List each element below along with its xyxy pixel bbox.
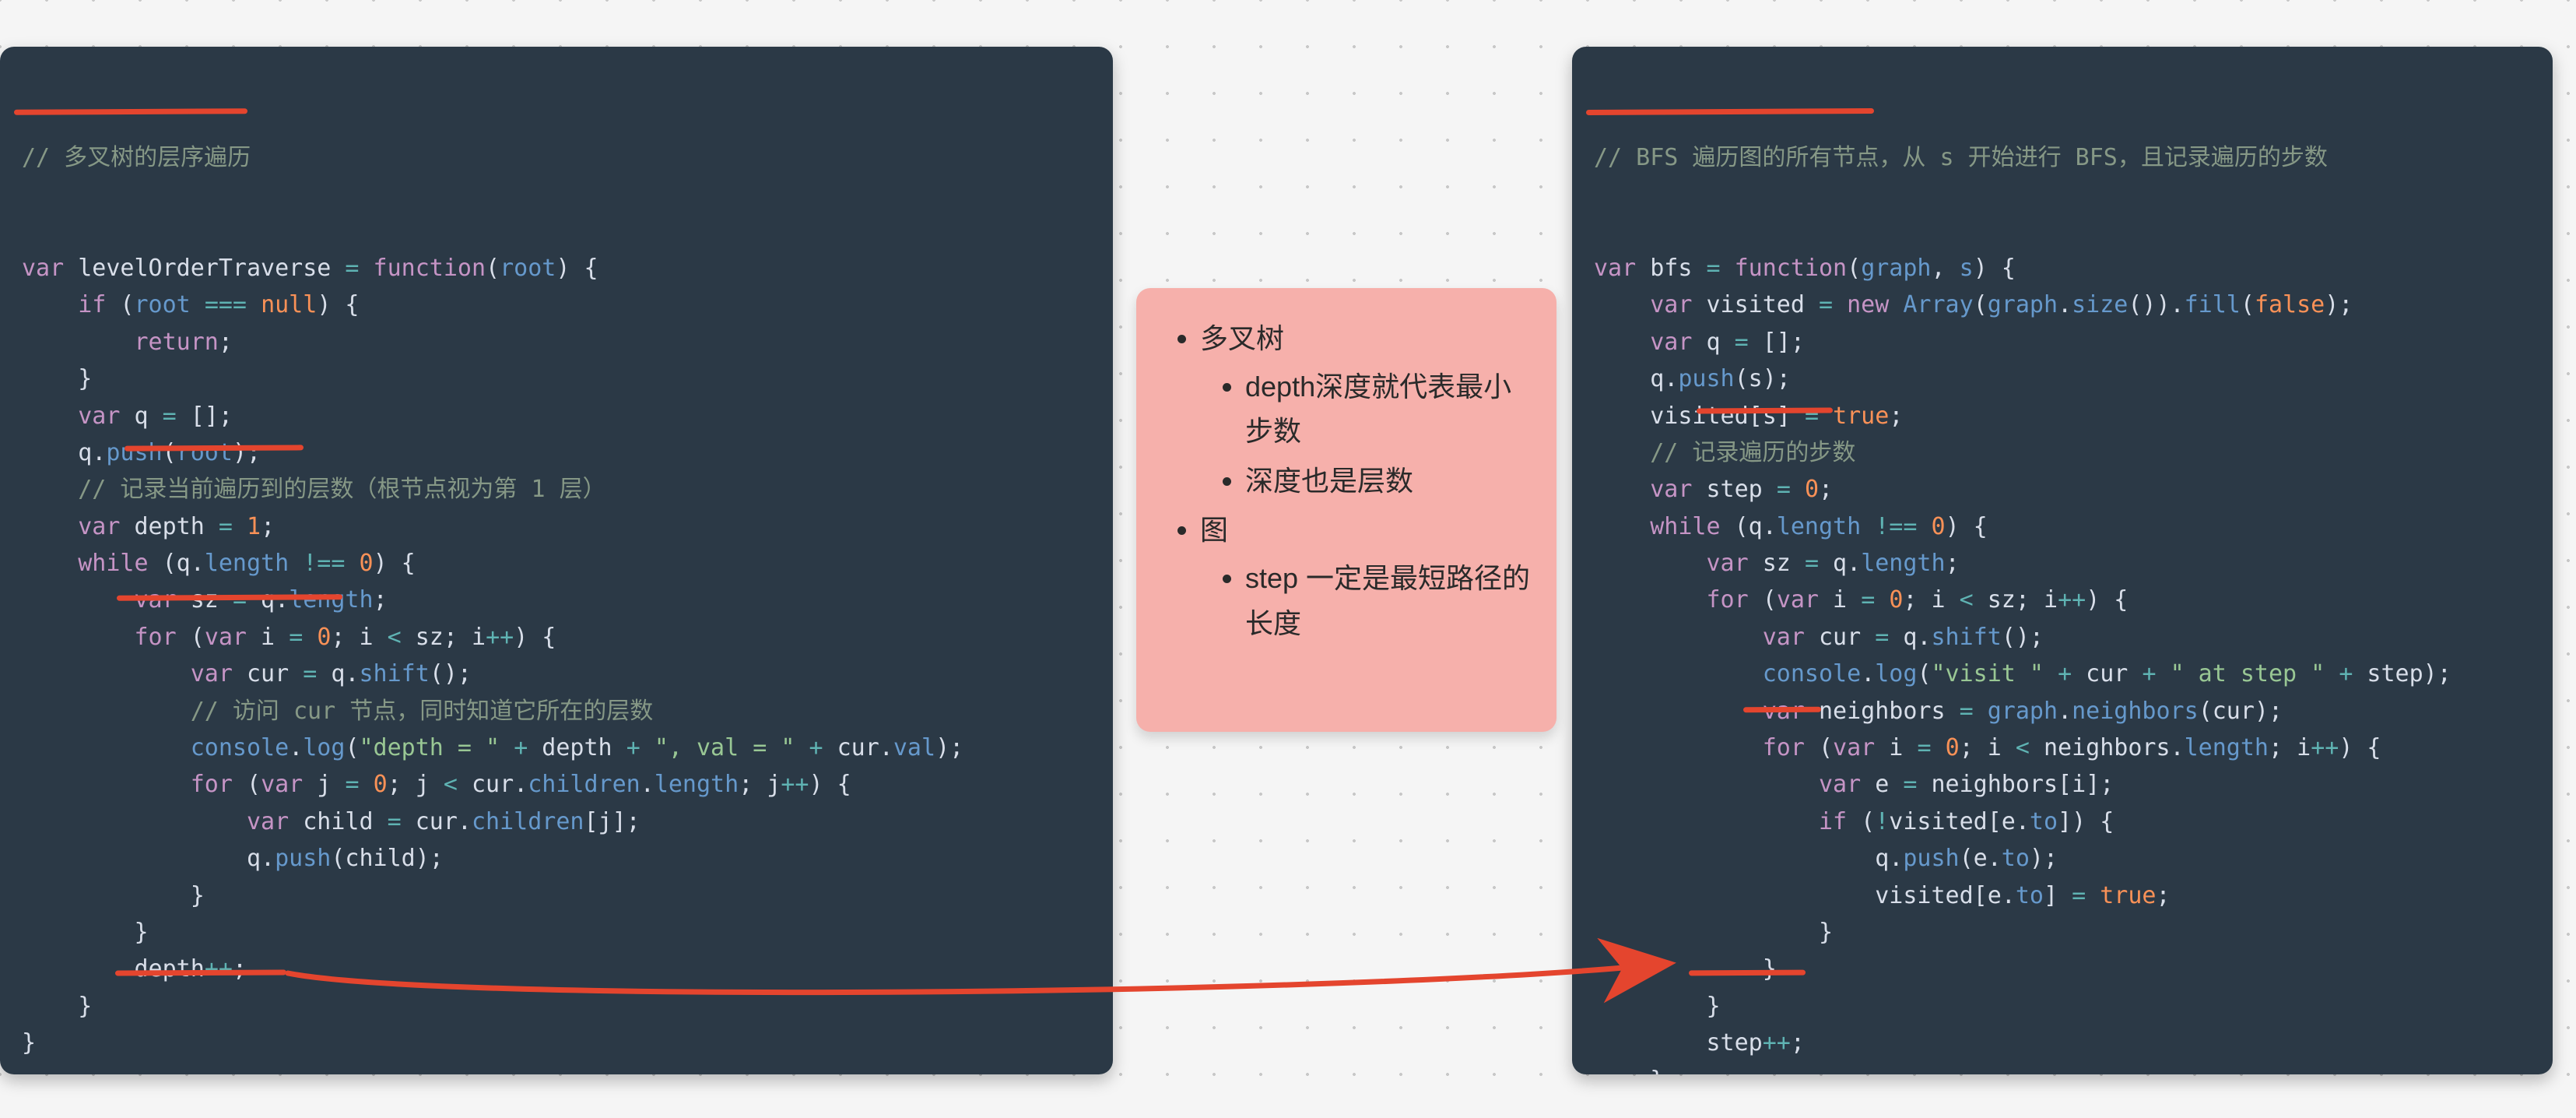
code-line: } [1594, 1062, 2531, 1074]
code-line: return; [22, 324, 1091, 360]
code-line: } [1594, 914, 2531, 951]
code-line: while (q.length !== 0) { [1594, 508, 2531, 545]
note-subitem: step 一定是最短路径的长度 [1245, 556, 1538, 645]
note-item: 多叉树depth深度就代表最小步数深度也是层数 [1200, 316, 1538, 503]
sticky-note: 多叉树depth深度就代表最小步数深度也是层数图step 一定是最短路径的长度 [1136, 288, 1556, 732]
code-line: for (var i = 0; i < neighbors.length; i+… [1594, 730, 2531, 766]
note-list: 多叉树depth深度就代表最小步数深度也是层数图step 一定是最短路径的长度 [1155, 316, 1538, 645]
code-line: var neighbors = graph.neighbors(cur); [1594, 693, 2531, 730]
code-comment-title: // BFS 遍历图的所有节点，从 s 开始进行 BFS，且记录遍历的步数 [1594, 139, 2531, 176]
note-item: 图step 一定是最短路径的长度 [1200, 508, 1538, 645]
code-line: visited[e.to] = true; [1594, 877, 2531, 914]
code-line: } [22, 1025, 1091, 1061]
code-line: } [22, 877, 1091, 914]
code-line: if (root === null) { [22, 287, 1091, 323]
code-comment-title: // 多叉树的层序遍历 [22, 139, 1091, 176]
code-card-left: // 多叉树的层序遍历 var levelOrderTraverse = fun… [0, 47, 1113, 1074]
code-line: if (!visited[e.to]) { [1594, 803, 2531, 840]
code-line: step++; [1594, 1025, 2531, 1061]
code-line: var cur = q.shift(); [1594, 619, 2531, 656]
code-line: } [1594, 988, 2531, 1025]
code-card-right: // BFS 遍历图的所有节点，从 s 开始进行 BFS，且记录遍历的步数 va… [1572, 47, 2553, 1074]
code-line: depth++; [22, 951, 1091, 987]
code-line: q.push(e.to); [1594, 840, 2531, 877]
code-line: } [22, 988, 1091, 1025]
code-line: for (var i = 0; i < sz; i++) { [1594, 582, 2531, 618]
code-line: var step = 0; [1594, 471, 2531, 508]
code-line: q.push(root); [22, 434, 1091, 471]
code-line: console.log("depth = " + depth + ", val … [22, 730, 1091, 766]
annotation-underline [1743, 707, 1821, 713]
code-line: var q = []; [22, 398, 1091, 434]
code-line: q.push(s); [1594, 360, 2531, 397]
code-line: var depth = 1; [22, 508, 1091, 545]
code-line: for (var j = 0; j < cur.children.length;… [22, 766, 1091, 803]
code-line: var visited = new Array(graph.size()).fi… [1594, 287, 2531, 323]
annotation-underline [1689, 970, 1806, 976]
code-line: visited[s] = true; [1594, 398, 2531, 434]
annotation-underline [125, 445, 304, 451]
code-line: } [22, 360, 1091, 397]
code-line: while (q.length !== 0) { [22, 545, 1091, 582]
code-line: var q = []; [1594, 324, 2531, 360]
annotation-underline [115, 969, 286, 976]
code-line: for (var i = 0; i < sz; i++) { [22, 619, 1091, 656]
code-line: q.push(child); [22, 840, 1091, 877]
code-line: } [22, 914, 1091, 951]
code-line: var e = neighbors[i]; [1594, 766, 2531, 803]
code-line: var levelOrderTraverse = function(root) … [22, 250, 1091, 287]
note-subitem: depth深度就代表最小步数 [1245, 364, 1538, 454]
code-body-left: var levelOrderTraverse = function(root) … [22, 250, 1091, 1062]
note-subitem: 深度也是层数 [1245, 459, 1538, 504]
code-line: var child = cur.children[j]; [22, 803, 1091, 840]
code-line: console.log("visit " + cur + " at step "… [1594, 656, 2531, 692]
code-line: // 访问 cur 节点，同时知道它所在的层数 [22, 693, 1091, 730]
code-line: var cur = q.shift(); [22, 656, 1091, 692]
code-body-right: var bfs = function(graph, s) { var visit… [1594, 250, 2531, 1074]
code-line: } [1594, 951, 2531, 987]
code-line: var bfs = function(graph, s) { [1594, 250, 2531, 287]
code-line: var sz = q.length; [1594, 545, 2531, 582]
code-line: // 记录遍历的步数 [1594, 434, 2531, 471]
annotation-underline [1697, 408, 1833, 414]
code-line: // 记录当前遍历到的层数（根节点视为第 1 层） [22, 471, 1091, 508]
